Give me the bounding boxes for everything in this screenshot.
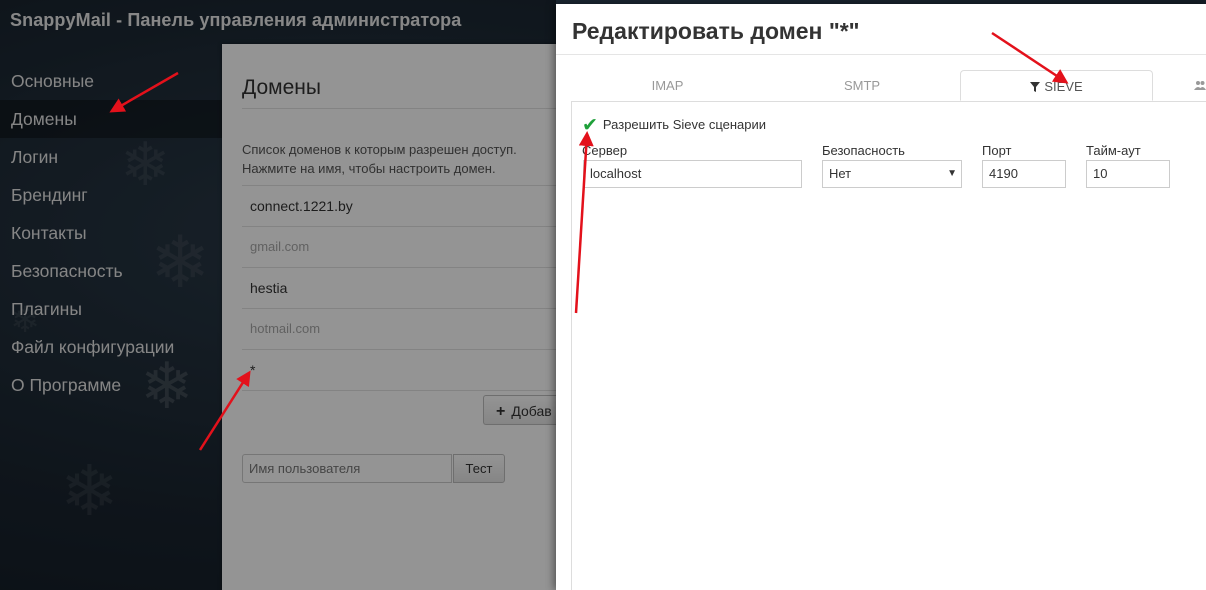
divider [556, 54, 1206, 55]
timeout-label: Тайм-аут [1086, 143, 1141, 158]
security-value: Нет [829, 166, 852, 181]
checkmark-icon: ✔ [582, 114, 598, 136]
server-input[interactable]: localhost [583, 160, 802, 188]
chevron-down-icon: ▼ [947, 168, 957, 179]
tab-imap[interactable]: IMAP [571, 70, 764, 102]
port-label: Порт [982, 143, 1012, 158]
enable-sieve-checkbox[interactable]: ✔ Разрешить Sieve сценарии [582, 114, 766, 136]
filter-icon [1030, 72, 1041, 104]
tab-smtp[interactable]: SMTP [766, 70, 958, 102]
tab-sieve-label: SIEVE [1044, 79, 1083, 94]
security-select[interactable]: Нет ▼ [822, 160, 962, 188]
modal-title: Редактировать домен "*" [572, 18, 860, 44]
server-label: Сервер [582, 143, 628, 158]
users-icon [1194, 78, 1206, 93]
port-input[interactable]: 4190 [982, 160, 1066, 188]
tab-sieve[interactable]: SIEVE [960, 70, 1153, 101]
timeout-input[interactable]: 10 [1086, 160, 1170, 188]
enable-sieve-label: Разрешить Sieve сценарии [602, 117, 767, 132]
tab-users[interactable] [1156, 70, 1206, 102]
protocol-tabs: IMAP SMTP SIEVE [556, 70, 1206, 102]
modal-backdrop[interactable] [0, 0, 556, 590]
edit-domain-modal: Редактировать домен "*" IMAP SMTP SIEVE … [556, 4, 1206, 590]
security-label: Безопасность [822, 143, 905, 158]
